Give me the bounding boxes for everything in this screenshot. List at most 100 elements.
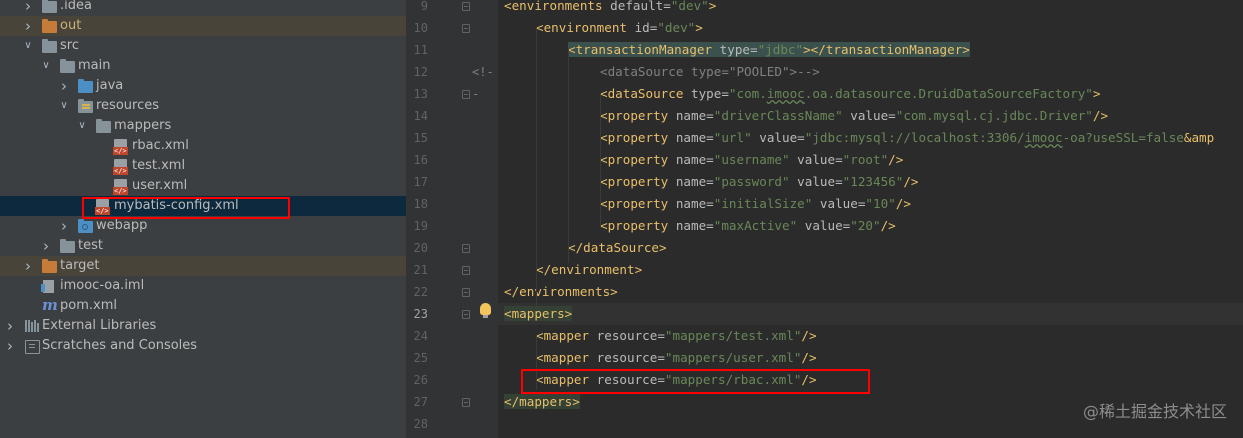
tree-item-pom-xml[interactable]: m pom.xml bbox=[0, 296, 406, 316]
code-line[interactable]: <property name="url" value="jdbc:mysql:/… bbox=[600, 127, 1214, 149]
folder-icon bbox=[42, 19, 58, 33]
resources-folder-icon bbox=[78, 99, 94, 113]
iml-file-icon bbox=[41, 279, 58, 293]
watermark: @稀土掘金技术社区 bbox=[1082, 402, 1227, 421]
tree-item-target[interactable]: › target bbox=[0, 256, 406, 276]
chevron-down-icon[interactable]: ∨ bbox=[76, 116, 88, 136]
line-number: 19 bbox=[413, 219, 428, 233]
tree-item-webapp[interactable]: › webapp bbox=[0, 216, 406, 236]
tree-item-imooc-oa-iml[interactable]: imooc-oa.iml bbox=[0, 276, 406, 296]
chevron-right-icon[interactable]: › bbox=[22, 0, 34, 16]
tree-item-label: pom.xml bbox=[60, 298, 117, 313]
tree-item-mappers[interactable]: ∨ mappers bbox=[0, 116, 406, 136]
chevron-down-icon[interactable]: ∨ bbox=[58, 96, 70, 116]
line-number: 12 bbox=[413, 65, 428, 79]
chevron-right-icon[interactable]: › bbox=[22, 256, 34, 276]
code-line[interactable]: </dataSource> bbox=[568, 237, 667, 259]
fold-marker-icon[interactable] bbox=[462, 398, 470, 407]
web-folder-icon bbox=[78, 219, 94, 233]
tree-item-label: test.xml bbox=[132, 158, 186, 173]
line-number: 28 bbox=[413, 417, 428, 431]
fold-marker-icon[interactable] bbox=[462, 244, 470, 253]
code-line[interactable]: </environments> bbox=[504, 281, 618, 303]
fold-marker-icon[interactable] bbox=[462, 266, 470, 275]
tree-item-label: target bbox=[60, 258, 100, 273]
tree-item-label: test bbox=[78, 238, 103, 253]
code-line[interactable]: <dataSource type="com.imooc.oa.datasourc… bbox=[600, 83, 1100, 105]
tree-item-label: mappers bbox=[114, 118, 172, 133]
fold-marker-icon[interactable] bbox=[462, 310, 470, 319]
tree-item-test-xml[interactable]: test.xml bbox=[0, 156, 406, 176]
code-line[interactable]: <property name="maxActive" value="20"/> bbox=[600, 215, 896, 237]
line-number: 23 bbox=[413, 307, 428, 321]
tree-item-src[interactable]: ∨ src bbox=[0, 36, 406, 56]
tree-item-test[interactable]: › test bbox=[0, 236, 406, 256]
tree-item-idea[interactable]: › .idea bbox=[0, 0, 406, 16]
xml-file-icon bbox=[113, 179, 130, 195]
tree-item-label: main bbox=[78, 58, 111, 73]
code-line[interactable]: <environments default="dev"> bbox=[504, 0, 716, 17]
tree-item-label: src bbox=[60, 38, 79, 53]
code-line[interactable]: <mappers> bbox=[498, 303, 1243, 325]
code-line[interactable]: <property name="initialSize" value="10"/… bbox=[600, 193, 911, 215]
line-number: 26 bbox=[413, 373, 428, 387]
chevron-right-icon[interactable]: › bbox=[4, 336, 16, 356]
code-line[interactable]: </mappers> bbox=[504, 391, 580, 413]
code-line[interactable]: <transactionManager type="jdbc"></transa… bbox=[568, 39, 970, 61]
scratches-icon bbox=[24, 339, 40, 354]
chevron-right-icon[interactable]: › bbox=[40, 236, 52, 256]
libraries-icon bbox=[24, 319, 40, 333]
fold-marker-icon[interactable] bbox=[462, 2, 470, 11]
editor-gutter: 9 10 11 12 <!-- 13 14 15 16 17 18 19 20 21 22 23 24 25 26 2… bbox=[406, 0, 498, 438]
code-line[interactable]: <property name="username" value="root"/> bbox=[600, 149, 903, 171]
code-line[interactable]: <environment id="dev"> bbox=[536, 17, 703, 39]
tree-item-label: .idea bbox=[60, 0, 92, 13]
fold-marker-icon[interactable] bbox=[462, 288, 470, 297]
tree-item-label: imooc-oa.iml bbox=[60, 278, 145, 293]
code-line[interactable]: <property name="driverClassName" value="… bbox=[600, 105, 1108, 127]
chevron-right-icon[interactable]: › bbox=[4, 316, 16, 336]
indent-guide bbox=[536, 27, 537, 307]
tree-item-label: out bbox=[60, 18, 82, 33]
line-number: 14 bbox=[413, 109, 428, 123]
chevron-right-icon[interactable]: › bbox=[22, 16, 34, 36]
source-folder-icon bbox=[78, 79, 94, 93]
line-number: 25 bbox=[413, 351, 428, 365]
tree-item-java[interactable]: › java bbox=[0, 76, 406, 96]
line-number: 21 bbox=[413, 263, 428, 277]
tree-item-resources[interactable]: ∨ resources bbox=[0, 96, 406, 116]
folder-icon bbox=[96, 119, 112, 133]
tree-item-main[interactable]: ∨ main bbox=[0, 56, 406, 76]
line-number: 27 bbox=[413, 395, 428, 409]
line-number: 17 bbox=[413, 175, 428, 189]
folder-icon bbox=[42, 259, 58, 273]
chevron-right-icon[interactable]: › bbox=[58, 76, 70, 96]
tree-item-label: Scratches and Consoles bbox=[42, 338, 198, 353]
code-line[interactable]: </environment> bbox=[536, 259, 642, 281]
folder-icon bbox=[60, 239, 76, 253]
chevron-down-icon[interactable]: ∨ bbox=[22, 36, 34, 56]
chevron-down-icon[interactable]: ∨ bbox=[40, 56, 52, 76]
indent-guide bbox=[568, 49, 569, 263]
folder-icon bbox=[60, 59, 76, 73]
tree-item-external-libraries[interactable]: › External Libraries bbox=[0, 316, 406, 336]
line-number: 18 bbox=[413, 197, 428, 211]
code-line[interactable]: <mapper resource="mappers/test.xml"/> bbox=[536, 325, 817, 347]
project-tree-panel: › .idea › out ∨ src ∨ main › java ∨ resources ∨ mappe… bbox=[0, 0, 406, 438]
comment-prefix: <!-- bbox=[472, 65, 494, 101]
xml-file-icon bbox=[113, 139, 130, 155]
line-number: 10 bbox=[413, 21, 428, 35]
tree-item-label: resources bbox=[96, 98, 160, 113]
tree-item-scratches-and-consoles[interactable]: › Scratches and Consoles bbox=[0, 336, 406, 356]
tree-item-out[interactable]: › out bbox=[0, 16, 406, 36]
tree-item-label: java bbox=[96, 78, 124, 93]
fold-marker-icon[interactable] bbox=[462, 24, 470, 33]
chevron-right-icon[interactable]: › bbox=[58, 216, 70, 236]
code-line[interactable]: <property name="password" value="123456"… bbox=[600, 171, 919, 193]
tree-item-user-xml[interactable]: user.xml bbox=[0, 176, 406, 196]
code-line[interactable]: <mapper resource="mappers/user.xml"/> bbox=[536, 347, 817, 369]
fold-marker-icon[interactable] bbox=[462, 90, 470, 99]
tree-item-rbac-xml[interactable]: rbac.xml bbox=[0, 136, 406, 156]
code-line[interactable]: <dataSource type="POOLED">--> bbox=[600, 61, 820, 83]
lightbulb-icon[interactable] bbox=[480, 303, 491, 318]
